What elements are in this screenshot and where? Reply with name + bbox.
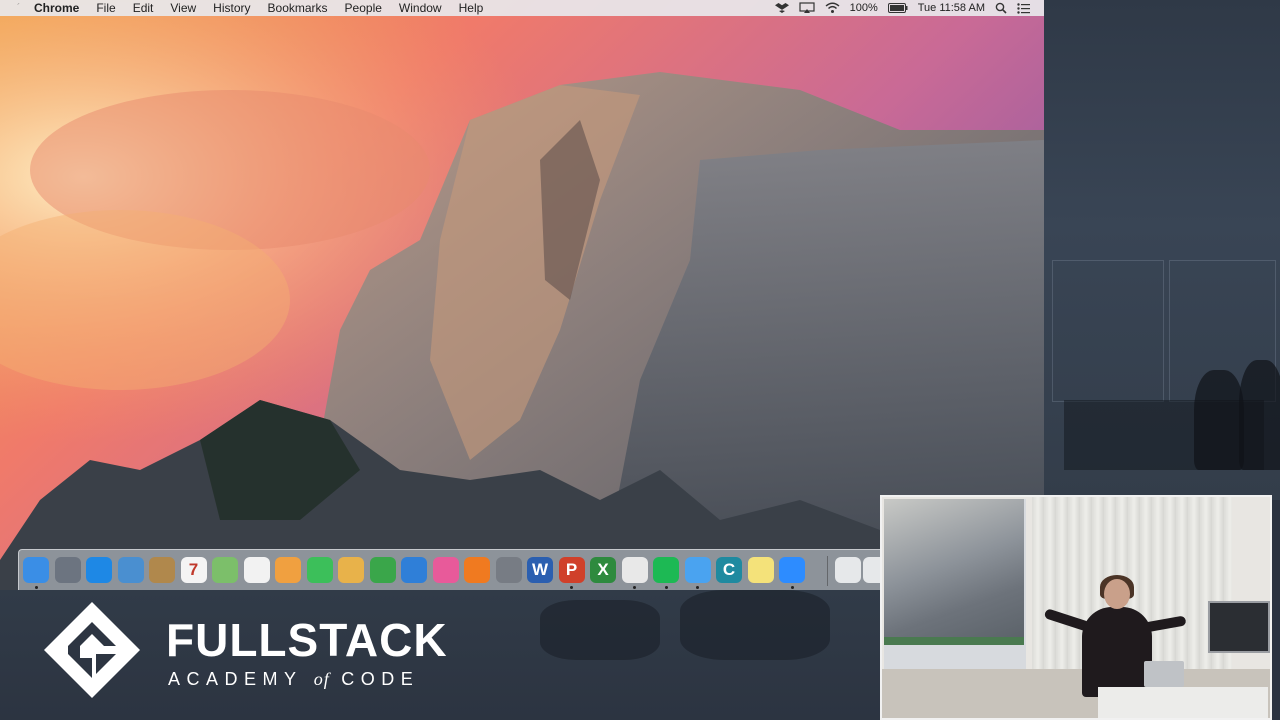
airplay-icon[interactable] bbox=[798, 2, 815, 14]
dock-facetime-icon[interactable] bbox=[306, 557, 333, 583]
dock-launchpad-icon[interactable] bbox=[54, 557, 81, 583]
menu-bar: Chrome File Edit View History Bookmarks … bbox=[0, 0, 1044, 16]
menu-help[interactable]: Help bbox=[459, 0, 484, 16]
dock-excel-icon[interactable]: X bbox=[590, 557, 616, 583]
dock-calendar-icon[interactable]: 7 bbox=[180, 557, 207, 583]
dock-running-indicator bbox=[570, 586, 573, 589]
dock-separator bbox=[827, 556, 828, 586]
menu-people[interactable]: People bbox=[345, 0, 382, 16]
dock-preview-icon[interactable] bbox=[117, 557, 144, 583]
student bbox=[1194, 370, 1244, 470]
dock-running-indicator bbox=[696, 586, 699, 589]
dropbox-icon[interactable] bbox=[774, 2, 789, 14]
menu-edit[interactable]: Edit bbox=[133, 0, 154, 16]
dock-zoom-icon[interactable] bbox=[779, 557, 805, 583]
dock-stickies-icon[interactable] bbox=[747, 557, 774, 583]
status-area: 100% Tue 11:58 AM bbox=[774, 0, 1030, 16]
dock-reminders-icon[interactable] bbox=[243, 557, 270, 583]
menu-file[interactable]: File bbox=[96, 0, 115, 16]
dock-ibooks-icon[interactable] bbox=[464, 557, 490, 583]
fullstack-logo-icon bbox=[44, 602, 140, 698]
projected-wallpaper bbox=[884, 499, 1024, 644]
audience-silhouette bbox=[540, 600, 660, 660]
dock-running-indicator bbox=[633, 586, 636, 589]
dock: 7 WPX C bbox=[18, 549, 889, 590]
dock-pages-icon[interactable] bbox=[338, 557, 364, 583]
presenter-head bbox=[1104, 579, 1130, 609]
app-menu-chrome[interactable]: Chrome bbox=[34, 0, 79, 16]
dock-word-icon[interactable]: W bbox=[527, 557, 553, 583]
classroom-background bbox=[1044, 0, 1280, 500]
dock-system-preferences-icon[interactable] bbox=[495, 557, 522, 583]
brand-subtitle-of: of bbox=[313, 669, 330, 689]
dock-maps-icon[interactable] bbox=[212, 557, 238, 583]
dock-messages-icon[interactable] bbox=[684, 557, 711, 583]
brand-subtitle: ACADEMY of CODE bbox=[168, 668, 419, 690]
dock-running-indicator bbox=[664, 586, 668, 589]
brand-subtitle-academy: ACADEMY bbox=[168, 669, 303, 689]
presenter bbox=[1082, 607, 1152, 697]
notification-center-icon[interactable] bbox=[1017, 2, 1030, 14]
battery-percent: 100% bbox=[849, 2, 878, 14]
brand-subtitle-code: CODE bbox=[341, 669, 420, 689]
dock-documents-stack-icon[interactable] bbox=[835, 557, 861, 583]
menubar-clock[interactable]: Tue 11:58 AM bbox=[918, 2, 985, 14]
dock-spotify-icon[interactable] bbox=[653, 557, 679, 583]
spotlight-search-icon[interactable] bbox=[995, 2, 1007, 14]
dock-chrome-icon[interactable] bbox=[621, 557, 648, 583]
window-frame bbox=[1052, 260, 1164, 402]
dock-keynote-icon[interactable] bbox=[401, 557, 427, 583]
menu-history[interactable]: History bbox=[213, 0, 250, 16]
dock-itunes-icon[interactable] bbox=[432, 557, 459, 583]
audience-silhouette bbox=[680, 590, 830, 660]
menu-window[interactable]: Window bbox=[399, 0, 442, 16]
presenter-video bbox=[880, 495, 1272, 720]
dock-photos-icon[interactable] bbox=[275, 557, 301, 583]
dock-c-app-icon[interactable]: C bbox=[716, 557, 742, 583]
dock-finder-icon[interactable] bbox=[23, 557, 49, 583]
dock-safari-icon[interactable] bbox=[86, 557, 112, 583]
apple-menu-icon[interactable] bbox=[10, 1, 24, 15]
dock-powerpoint-icon[interactable]: P bbox=[558, 557, 585, 583]
menu-view[interactable]: View bbox=[170, 0, 196, 16]
brand-title: FULLSTACK bbox=[166, 614, 448, 666]
battery-icon[interactable] bbox=[887, 3, 908, 13]
monitor bbox=[1208, 601, 1270, 653]
dock-contacts-icon[interactable] bbox=[149, 557, 175, 583]
dock-running-indicator bbox=[34, 586, 38, 589]
projector-screen bbox=[884, 499, 1026, 689]
laptop bbox=[1144, 661, 1184, 687]
menu-bookmarks[interactable]: Bookmarks bbox=[268, 0, 328, 16]
dock-numbers-icon[interactable] bbox=[369, 557, 396, 583]
podium bbox=[1098, 687, 1268, 718]
projected-dock bbox=[884, 637, 1024, 645]
wifi-icon[interactable] bbox=[825, 2, 840, 14]
student bbox=[1239, 360, 1280, 470]
dock-running-indicator bbox=[790, 586, 794, 589]
